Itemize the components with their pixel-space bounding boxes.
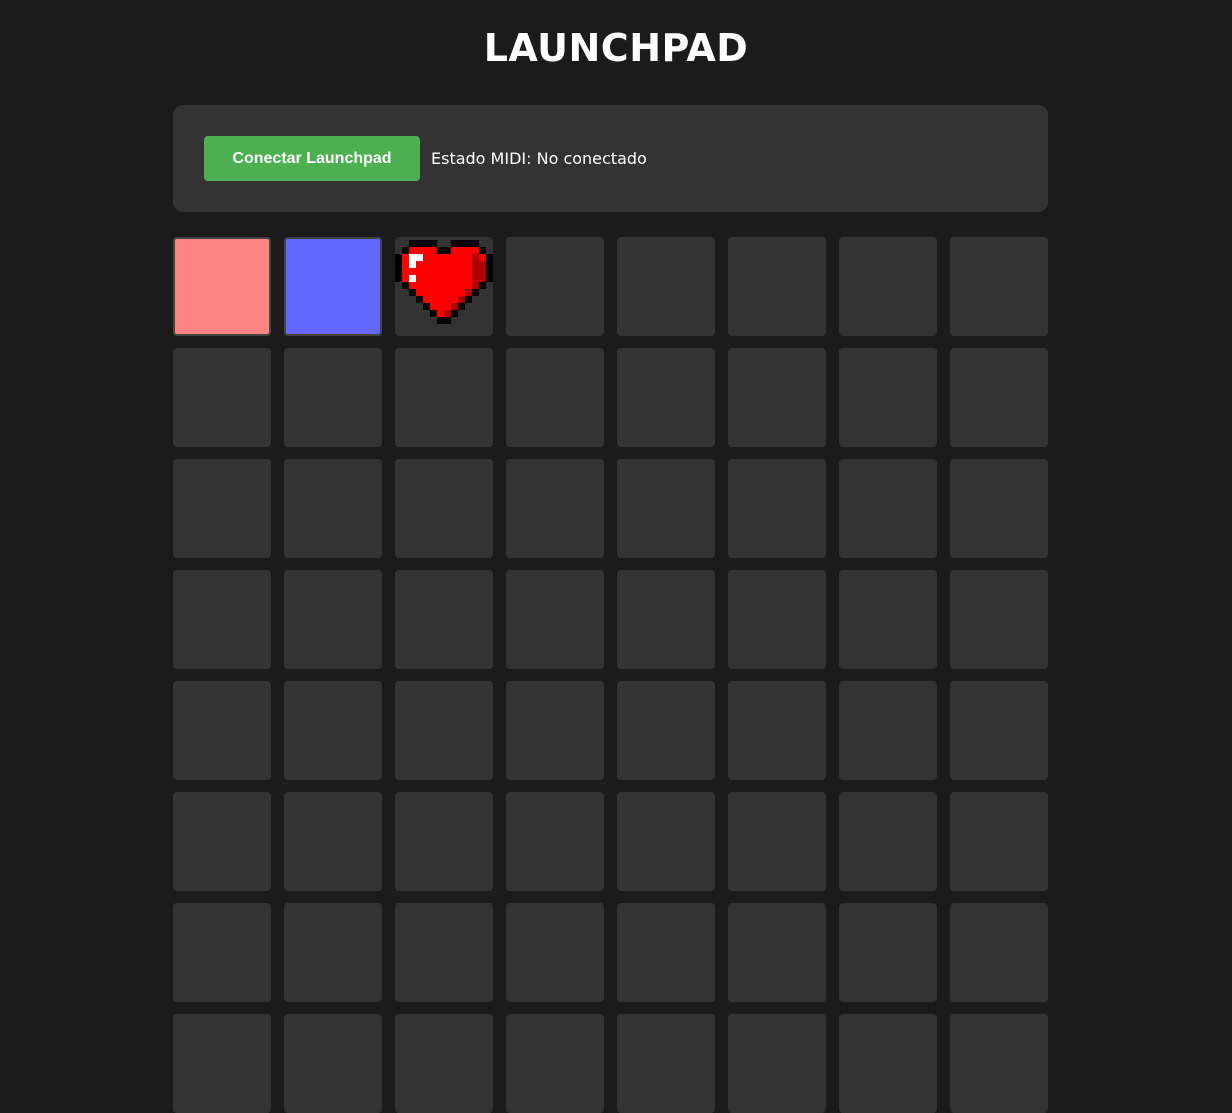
pad-r4-c3[interactable] (395, 570, 493, 669)
pad-r1-c5[interactable] (617, 237, 715, 336)
pad-r3-c3[interactable] (395, 459, 493, 558)
pad-r7-c5[interactable] (617, 903, 715, 1002)
pad-r6-c7[interactable] (839, 792, 937, 891)
pad-r7-c3[interactable] (395, 903, 493, 1002)
pad-r8-c8[interactable] (950, 1014, 1048, 1113)
pad-r2-c2[interactable] (284, 348, 382, 447)
pad-r6-c8[interactable] (950, 792, 1048, 891)
pad-r4-c7[interactable] (839, 570, 937, 669)
pad-r6-c3[interactable] (395, 792, 493, 891)
pad-r4-c8[interactable] (950, 570, 1048, 669)
pad-r3-c7[interactable] (839, 459, 937, 558)
page-title: LAUNCHPAD (483, 26, 749, 70)
pad-r5-c3[interactable] (395, 681, 493, 780)
pixel-heart-icon (395, 240, 493, 324)
pad-r1-c6[interactable] (728, 237, 826, 336)
pad-r2-c5[interactable] (617, 348, 715, 447)
pad-r8-c1[interactable] (173, 1014, 271, 1113)
pad-r6-c6[interactable] (728, 792, 826, 891)
pad-r2-c3[interactable] (395, 348, 493, 447)
pad-r7-c8[interactable] (950, 903, 1048, 1002)
pad-r5-c5[interactable] (617, 681, 715, 780)
pad-r8-c7[interactable] (839, 1014, 937, 1113)
pad-r5-c7[interactable] (839, 681, 937, 780)
pad-r4-c6[interactable] (728, 570, 826, 669)
pad-r3-c6[interactable] (728, 459, 826, 558)
pad-r8-c2[interactable] (284, 1014, 382, 1113)
pad-r7-c2[interactable] (284, 903, 382, 1002)
pad-r1-c1[interactable] (173, 237, 271, 336)
midi-status-text: Estado MIDI: No conectado (431, 149, 647, 168)
pad-r7-c6[interactable] (728, 903, 826, 1002)
pad-r8-c3[interactable] (395, 1014, 493, 1113)
pad-r5-c8[interactable] (950, 681, 1048, 780)
pad-r3-c4[interactable] (506, 459, 604, 558)
pad-r6-c1[interactable] (173, 792, 271, 891)
pad-r5-c4[interactable] (506, 681, 604, 780)
pad-r6-c2[interactable] (284, 792, 382, 891)
pad-r2-c8[interactable] (950, 348, 1048, 447)
pad-r2-c6[interactable] (728, 348, 826, 447)
pad-r1-c3[interactable] (395, 237, 493, 336)
pad-r8-c6[interactable] (728, 1014, 826, 1113)
pad-r3-c1[interactable] (173, 459, 271, 558)
pad-r6-c5[interactable] (617, 792, 715, 891)
pad-r6-c4[interactable] (506, 792, 604, 891)
pad-grid (173, 237, 1048, 1113)
control-panel: Conectar Launchpad Estado MIDI: No conec… (173, 105, 1048, 212)
pad-r4-c4[interactable] (506, 570, 604, 669)
pad-r7-c1[interactable] (173, 903, 271, 1002)
connect-launchpad-button[interactable]: Conectar Launchpad (204, 136, 420, 181)
pad-r3-c5[interactable] (617, 459, 715, 558)
pad-r4-c5[interactable] (617, 570, 715, 669)
pad-r5-c1[interactable] (173, 681, 271, 780)
pad-r2-c4[interactable] (506, 348, 604, 447)
pad-r5-c2[interactable] (284, 681, 382, 780)
pad-r1-c7[interactable] (839, 237, 937, 336)
pad-r5-c6[interactable] (728, 681, 826, 780)
pad-r3-c2[interactable] (284, 459, 382, 558)
pad-r4-c1[interactable] (173, 570, 271, 669)
pad-r4-c2[interactable] (284, 570, 382, 669)
pad-r1-c4[interactable] (506, 237, 604, 336)
pad-r1-c8[interactable] (950, 237, 1048, 336)
pad-r8-c4[interactable] (506, 1014, 604, 1113)
pad-r1-c2[interactable] (284, 237, 382, 336)
pad-r2-c1[interactable] (173, 348, 271, 447)
pad-r2-c7[interactable] (839, 348, 937, 447)
pad-r7-c7[interactable] (839, 903, 937, 1002)
pad-r7-c4[interactable] (506, 903, 604, 1002)
pad-r8-c5[interactable] (617, 1014, 715, 1113)
pad-r3-c8[interactable] (950, 459, 1048, 558)
